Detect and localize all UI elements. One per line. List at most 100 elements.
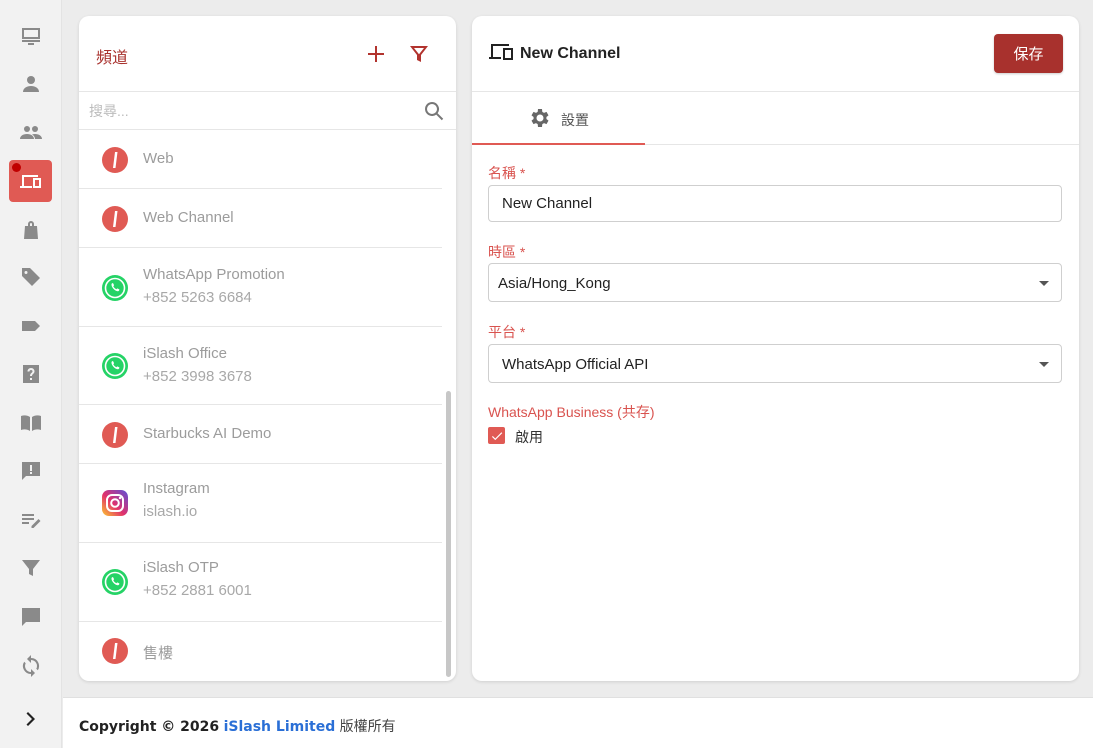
sidebar-item-feedback[interactable] (9, 450, 52, 492)
platform-label: 平台 * (488, 324, 526, 340)
tab-settings-label: 設置 (561, 112, 589, 128)
channel-item-instagram[interactable]: Instagram islash.io (79, 464, 442, 543)
channel-item-whatsapp-promotion[interactable]: WhatsApp Promotion +852 5263 6684 (79, 248, 442, 327)
shopping-bag-icon (23, 221, 38, 239)
sidebar-item-filter[interactable] (9, 547, 52, 589)
channel-item-web-channel[interactable]: Web Channel (79, 189, 442, 248)
channel-detail-panel: New Channel 保存 設置 名稱 * New Channel 時區 * … (472, 16, 1079, 681)
user-icon (22, 76, 39, 92)
plus-icon (368, 46, 384, 62)
sidebar-item-contact[interactable] (9, 63, 52, 105)
sidebar (0, 0, 62, 748)
islash-logo-icon (102, 422, 128, 448)
check-icon (491, 431, 502, 440)
sidebar-item-groups[interactable] (9, 111, 52, 153)
channel-detail-title: New Channel (520, 45, 621, 62)
edit-note-icon (21, 514, 40, 528)
channel-item-starbucks-ai-demo[interactable]: Starbucks AI Demo (79, 405, 442, 464)
enable-checkbox[interactable] (488, 427, 505, 444)
channel-item-title: Web Channel (143, 209, 234, 226)
dropdown-caret-icon (1039, 362, 1049, 367)
name-input[interactable]: New Channel (488, 185, 1062, 222)
filter-channels-button[interactable] (405, 40, 433, 68)
feedback-icon (21, 462, 40, 480)
sidebar-item-shop[interactable] (9, 209, 52, 251)
devices-icon (489, 44, 513, 60)
sidebar-item-inbox[interactable] (9, 15, 52, 57)
sidebar-expand-button[interactable] (9, 698, 52, 740)
timezone-label: 時區 * (488, 244, 526, 260)
islash-logo-icon (102, 638, 128, 664)
devices-icon (19, 175, 41, 188)
sidebar-item-knowledge[interactable] (9, 402, 52, 444)
book-icon (20, 415, 41, 431)
sidebar-item-notes[interactable] (9, 499, 52, 541)
platform-select[interactable]: WhatsApp Official API (488, 344, 1062, 383)
name-label: 名稱 * (488, 165, 526, 181)
sidebar-item-chat[interactable] (9, 596, 52, 638)
chat-icon (21, 608, 40, 626)
channel-item-title: Instagram (143, 480, 210, 497)
footer-copyright: Copyright © 2026 iSlash Limited 版權所有 (79, 716, 396, 736)
channel-list-panel: 頻道 Web Web Channel WhatsApp Promotion +8… (79, 16, 456, 681)
channel-item-phone: +852 5263 6684 (143, 289, 252, 306)
chevron-right-icon (26, 712, 35, 726)
notification-badge (12, 163, 21, 172)
enable-label: 啟用 (515, 429, 543, 445)
detail-tabs: 設置 (472, 92, 1079, 145)
sidebar-item-labels[interactable] (9, 305, 52, 347)
search-row (79, 92, 456, 130)
help-icon (22, 365, 39, 383)
whatsapp-icon (102, 569, 128, 595)
channel-list-header: 頻道 (79, 16, 456, 92)
channel-list-scrollbar[interactable] (446, 391, 451, 677)
sync-icon (22, 655, 39, 677)
dropdown-caret-icon (1039, 281, 1049, 286)
whatsapp-business-label: WhatsApp Business (共存) (488, 404, 655, 420)
label-icon (21, 321, 40, 331)
channel-item-phone: +852 2881 6001 (143, 582, 252, 599)
filter-outline-icon (410, 46, 428, 62)
channel-item-phone: +852 3998 3678 (143, 368, 252, 385)
islash-logo-icon (102, 147, 128, 173)
search-input[interactable] (89, 100, 409, 122)
rights-text: 版權所有 (339, 719, 396, 735)
channel-item-title: Web (143, 150, 174, 167)
channel-item-title: 售樓 (143, 645, 174, 662)
channel-item-title: iSlash OTP (143, 559, 219, 576)
timezone-select[interactable]: Asia/Hong_Kong (488, 263, 1062, 302)
channel-item-title: iSlash Office (143, 345, 227, 362)
footer: Copyright © 2026 iSlash Limited 版權所有 (63, 697, 1093, 748)
company-link[interactable]: iSlash Limited (224, 719, 336, 735)
channel-detail-header: New Channel 保存 (472, 16, 1079, 92)
save-button[interactable]: 保存 (994, 34, 1063, 73)
whatsapp-icon (102, 275, 128, 301)
sidebar-item-tags[interactable] (9, 256, 52, 298)
copyright-text: Copyright © 2026 (79, 719, 220, 735)
gear-icon (531, 109, 549, 127)
group-icon (19, 126, 42, 139)
channel-item-islash-office[interactable]: iSlash Office +852 3998 3678 (79, 327, 442, 405)
channel-list: Web Web Channel WhatsApp Promotion +852 … (79, 130, 442, 681)
sidebar-item-faq[interactable] (9, 353, 52, 395)
tab-settings[interactable]: 設置 (472, 92, 645, 145)
channel-list-title: 頻道 (96, 50, 129, 67)
channel-item-web[interactable]: Web (79, 130, 442, 189)
search-icon[interactable] (422, 99, 446, 123)
whatsapp-icon (102, 353, 128, 379)
channel-item-title: Starbucks AI Demo (143, 425, 272, 442)
timezone-value: Asia/Hong_Kong (498, 275, 611, 292)
sidebar-item-sync[interactable] (9, 645, 52, 687)
channel-item-title: WhatsApp Promotion (143, 266, 285, 283)
channel-item-handle: islash.io (143, 503, 198, 520)
add-channel-button[interactable] (362, 40, 390, 68)
islash-logo-icon (102, 206, 128, 232)
inbox-icon (21, 28, 40, 45)
channel-item-sales[interactable]: 售樓 (79, 622, 442, 681)
platform-value: WhatsApp Official API (502, 356, 649, 373)
filter-icon (21, 560, 40, 576)
instagram-icon (102, 490, 128, 516)
sidebar-item-channels[interactable] (9, 160, 52, 202)
channel-item-islash-otp[interactable]: iSlash OTP +852 2881 6001 (79, 543, 442, 622)
tags-icon (21, 268, 40, 286)
